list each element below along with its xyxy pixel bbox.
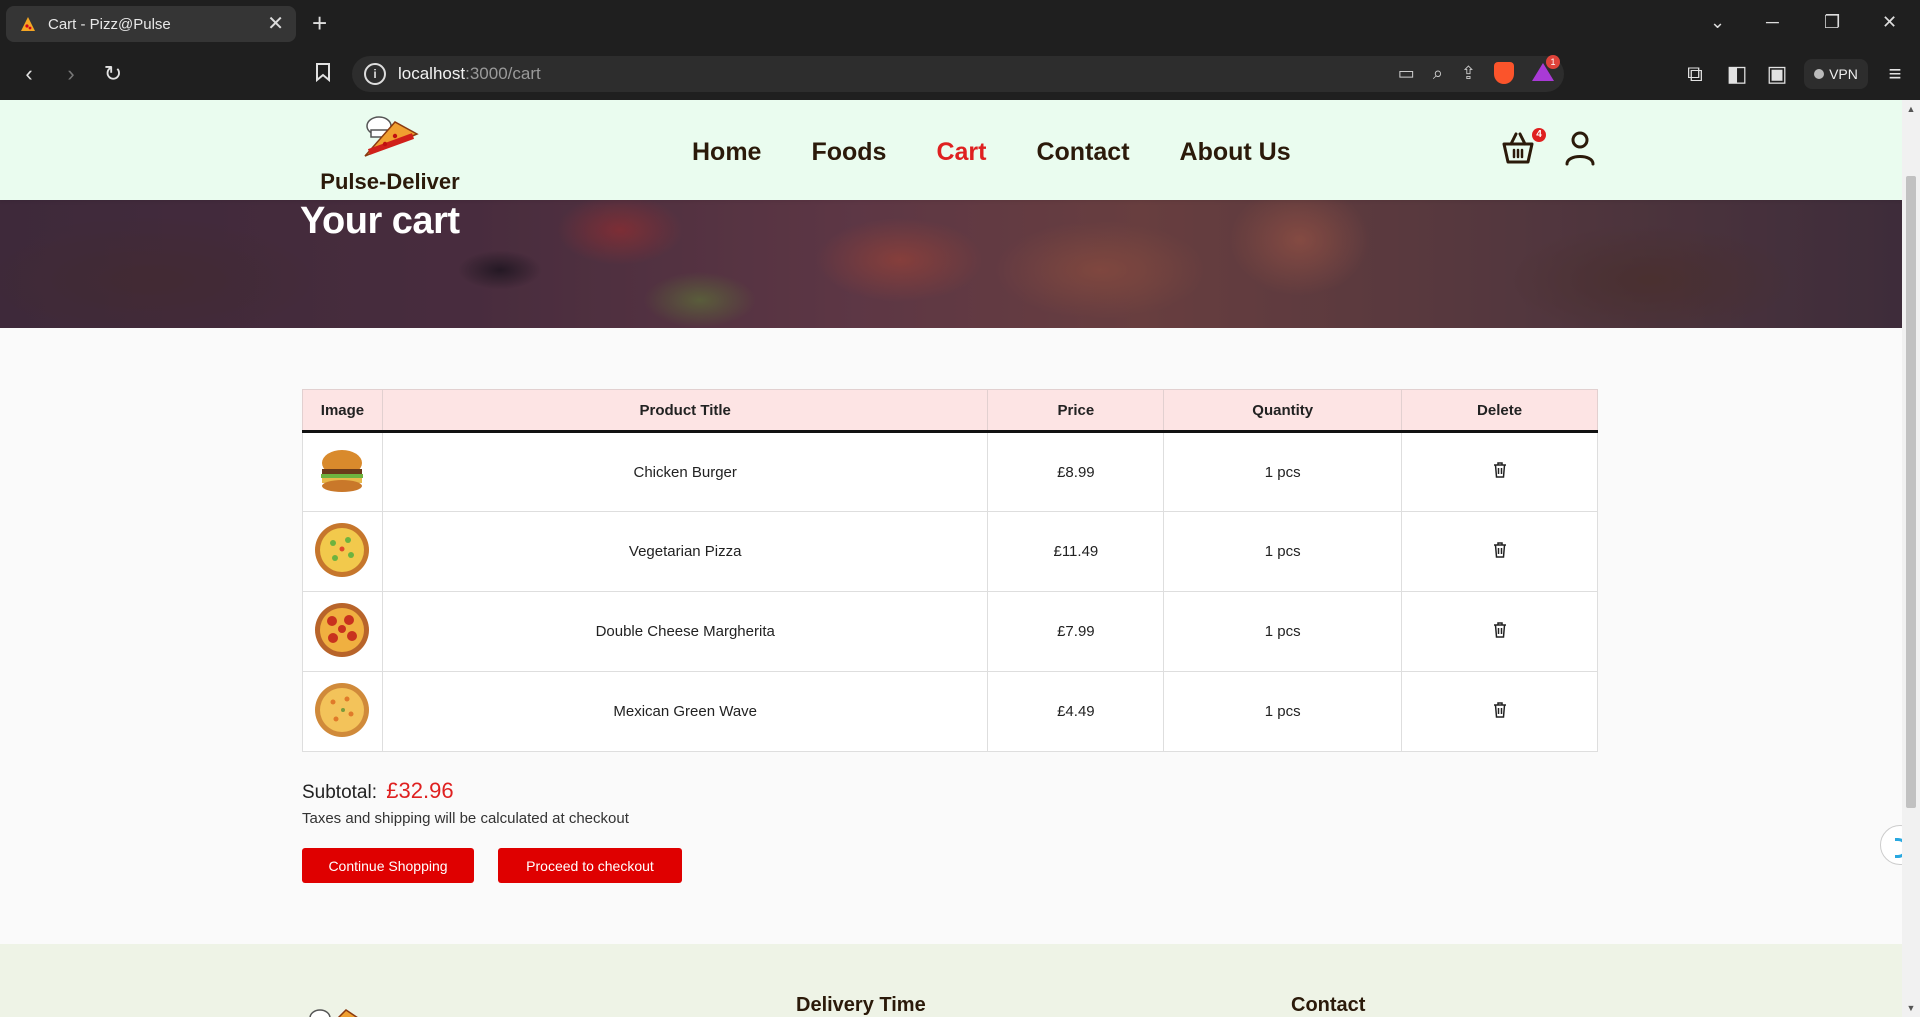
browser-toolbar: ‹ › ↻ i localhost:3000/cart ▭ ⌕ ⇪ 1 ⧉ ◧ … [0,48,1920,100]
scroll-up-arrow-icon[interactable]: ▲ [1906,104,1916,114]
footer-delivery-heading: Delivery Time [796,994,926,1016]
pizza-image [315,682,370,737]
product-title: Chicken Burger [381,431,989,512]
page-title: Your cart [300,200,460,242]
footer-contact-heading: Contact [1291,994,1366,1016]
pizza-favicon-icon [18,14,38,34]
nav-home[interactable]: Home [692,138,761,167]
nav-contact[interactable]: Contact [1036,138,1129,167]
restore-icon[interactable]: ❐ [1824,12,1840,33]
product-title: Mexican Green Wave [381,671,989,752]
url-text[interactable]: localhost:3000/cart [398,64,541,84]
main-nav: Home Foods Cart Contact About Us [692,138,1291,167]
user-icon[interactable] [1564,130,1596,166]
brave-rewards-icon[interactable]: 1 [1532,55,1560,83]
page-scrollbar[interactable]: ▲ ▼ [1902,100,1920,1017]
delete-cell [1401,511,1598,592]
product-title: Vegetarian Pizza [381,511,989,592]
browser-tab-bar: Cart - Pizz@Pulse ✕ + ⌄ ─ ❐ ✕ [0,0,1920,48]
continue-shopping-button[interactable]: Continue Shopping [302,848,474,883]
menu-icon[interactable]: ≡ [1882,62,1908,86]
cart-row: Double Cheese Margherita £7.99 1 pcs [302,591,1598,672]
site-logo[interactable]: Pulse-Deliver [316,112,464,195]
nav-about-us[interactable]: About Us [1180,138,1291,167]
product-price: £4.49 [987,671,1165,752]
pizza-image [315,602,370,657]
scroll-down-arrow-icon[interactable]: ▼ [1906,1003,1916,1013]
delete-cell [1401,671,1598,752]
subtotal-value: £32.96 [386,778,454,803]
site-footer: Delivery Time Contact [0,944,1902,1017]
scrollbar-thumb[interactable] [1906,176,1916,808]
header-price: Price [987,389,1165,433]
cart-count-badge: 4 [1532,128,1546,142]
reload-icon[interactable]: ↻ [100,62,126,86]
product-quantity: 1 pcs [1163,671,1403,752]
product-image-cell [302,511,383,592]
floating-chat-widget-icon[interactable] [1880,825,1902,865]
product-quantity: 1 pcs [1163,431,1403,512]
trash-icon[interactable] [1493,621,1507,638]
product-quantity: 1 pcs [1163,591,1403,672]
product-price: £7.99 [987,591,1165,672]
wallet-icon[interactable]: ▣ [1764,62,1790,86]
tab-search-chevron-icon[interactable]: ⌄ [1710,12,1725,33]
browser-tab[interactable]: Cart - Pizz@Pulse ✕ [6,6,296,42]
site-header: Pulse-Deliver Home Foods Cart Contact Ab… [0,100,1902,200]
bookmark-icon[interactable] [310,62,336,87]
tax-note: Taxes and shipping will be calculated at… [302,810,629,827]
site-info-icon[interactable]: i [364,63,386,85]
cart-table: Image Product Title Price Quantity Delet… [302,389,1598,752]
product-image-cell [302,591,383,672]
close-tab-icon[interactable]: ✕ [267,14,284,34]
new-tab-button[interactable]: + [312,10,327,36]
proceed-to-checkout-button[interactable]: Proceed to checkout [498,848,682,883]
trash-icon[interactable] [1493,541,1507,558]
header-quantity: Quantity [1163,389,1403,433]
brand-name: Pulse-Deliver [320,169,460,194]
cart-row: Vegetarian Pizza £11.49 1 pcs [302,511,1598,592]
header-product-title: Product Title [381,389,989,433]
product-price: £11.49 [987,511,1165,592]
tab-title: Cart - Pizz@Pulse [48,15,171,33]
product-image-cell [302,431,383,512]
nav-cart[interactable]: Cart [936,138,986,167]
sidebar-icon[interactable]: ◧ [1724,62,1750,86]
minimize-icon[interactable]: ─ [1766,12,1779,33]
forward-icon[interactable]: › [58,62,84,86]
share-icon[interactable]: ⇪ [1461,63,1476,84]
header-delete: Delete [1401,389,1598,433]
delete-cell [1401,591,1598,672]
product-quantity: 1 pcs [1163,511,1403,592]
close-window-icon[interactable]: ✕ [1882,12,1897,33]
subtotal: Subtotal: £32.96 [302,778,454,804]
header-image: Image [302,389,383,433]
page-viewport: Pulse-Deliver Home Foods Cart Contact Ab… [0,100,1902,1017]
product-image-cell [302,671,383,752]
pizza-image [315,522,370,577]
subtotal-label: Subtotal: [302,782,377,803]
extensions-icon[interactable]: ⧉ [1682,62,1708,86]
cast-icon[interactable]: ▭ [1398,63,1415,84]
vpn-status-icon [1814,69,1825,79]
cart-table-header-row: Image Product Title Price Quantity Delet… [302,389,1598,433]
zoom-icon[interactable]: ⌕ [1433,63,1443,84]
product-price: £8.99 [987,431,1165,512]
brave-shields-icon[interactable] [1494,62,1514,84]
page-hero-banner: Your cart [0,200,1902,328]
footer-logo-icon [309,1009,358,1017]
trash-icon[interactable] [1493,701,1507,718]
cart-row: Chicken Burger £8.99 1 pcs [302,431,1598,512]
pizza-logo-icon [364,116,419,157]
cart-row: Mexican Green Wave £4.49 1 pcs [302,671,1598,752]
trash-icon[interactable] [1493,462,1507,478]
back-icon[interactable]: ‹ [16,62,42,86]
burger-image [321,450,364,492]
vpn-button[interactable]: VPN [1804,59,1868,89]
address-bar[interactable]: i localhost:3000/cart ▭ ⌕ ⇪ 1 [352,55,1564,92]
nav-foods[interactable]: Foods [811,138,886,167]
shopping-basket-icon[interactable] [1500,130,1536,166]
delete-cell [1401,431,1598,512]
product-title: Double Cheese Margherita [381,591,989,672]
